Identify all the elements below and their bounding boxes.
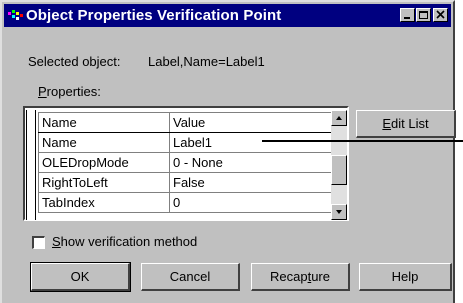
properties-label-mnemonic: P [38,84,47,99]
show-verification-label[interactable]: Show verification method [52,234,197,249]
help-button[interactable]: Help [359,263,452,291]
edit-list-rest: dit List [391,116,429,131]
scroll-down-button[interactable] [331,204,347,220]
show-verification-mnemonic: S [52,234,61,249]
table-row[interactable]: OLEDropMode 0 - None [38,152,333,173]
close-icon [436,10,445,19]
properties-grid: Name Value Name Label1 OLEDropMode 0 - N… [38,112,333,213]
property-name[interactable]: Name [38,132,170,153]
selected-object-label: Selected object: [28,54,121,69]
arrow-up-icon [336,116,342,120]
show-verification-checkbox[interactable] [32,236,45,249]
show-verification-rest: how verification method [60,234,198,249]
properties-label-rest: roperties: [46,84,101,99]
maximize-icon [419,11,428,19]
close-button[interactable] [433,8,448,22]
table-row[interactable]: TabIndex 0 [38,192,333,213]
recapture-prefix: Recap [270,269,308,284]
property-name[interactable]: OLEDropMode [38,152,170,173]
column-header-name[interactable]: Name [38,112,170,133]
window-title: Object Properties Verification Point [26,7,282,24]
selected-object-value: Label,Name=Label1 [148,54,265,69]
arrow-down-icon [336,210,342,214]
minimize-button[interactable] [400,8,415,22]
table-row[interactable]: Name Label1 [38,132,333,153]
property-value[interactable]: 0 [169,192,333,213]
edit-list-button[interactable]: Edit List [356,110,456,138]
scroll-up-button[interactable] [331,110,347,126]
scroll-thumb[interactable] [331,155,347,185]
row-selector-column[interactable] [26,110,36,220]
vertical-scrollbar[interactable] [331,110,347,220]
dialog-window: Object Properties Verification Point Sel… [0,0,456,303]
grid-header-row: Name Value [38,112,333,133]
column-header-value[interactable]: Value [169,112,333,133]
property-value[interactable]: Label1 [169,132,333,153]
property-value[interactable]: 0 - None [169,152,333,173]
rational-app-icon [8,10,23,20]
title-bar[interactable]: Object Properties Verification Point [4,4,451,27]
table-row[interactable]: RightToLeft False [38,172,333,193]
property-value[interactable]: False [169,172,333,193]
recapture-button[interactable]: Recapture [251,263,350,291]
properties-label: Properties: [38,84,101,99]
minimize-icon [404,17,410,19]
maximize-button[interactable] [416,8,431,22]
property-name[interactable]: TabIndex [38,192,170,213]
ok-button[interactable]: OK [30,262,131,292]
recapture-suffix: ure [311,269,330,284]
property-name[interactable]: RightToLeft [38,172,170,193]
edit-list-mnemonic: E [382,116,392,131]
cancel-button[interactable]: Cancel [141,263,240,291]
